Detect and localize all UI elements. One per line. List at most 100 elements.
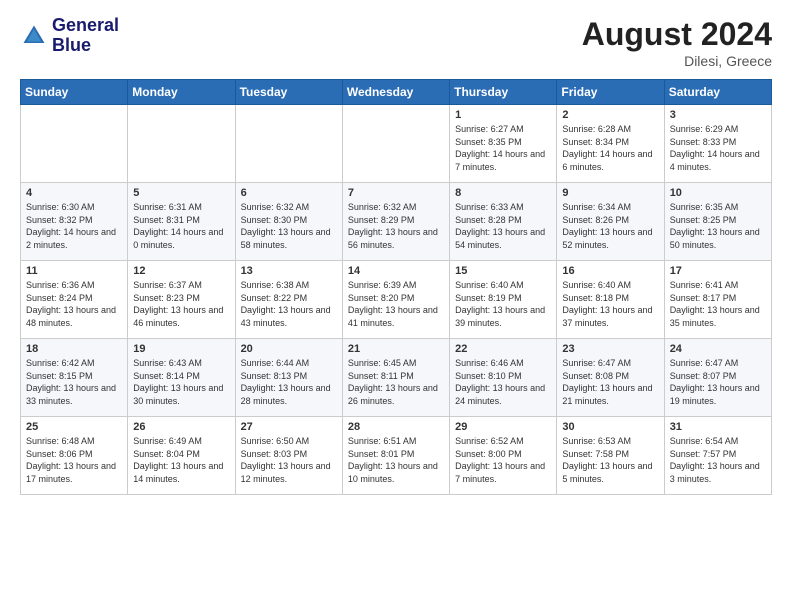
month-year: August 2024	[582, 16, 772, 53]
day-cell: 24 Sunrise: 6:47 AM Sunset: 8:07 PM Dayli…	[664, 339, 771, 417]
day-cell: 18 Sunrise: 6:42 AM Sunset: 8:15 PM Dayli…	[21, 339, 128, 417]
day-cell: 20Sunrise: 6:44 AM Sunset: 8:13 PM Dayli…	[235, 339, 342, 417]
col-header-thursday: Thursday	[450, 80, 557, 105]
week-row-3: 11Sunrise: 6:36 AM Sunset: 8:24 PM Dayli…	[21, 261, 772, 339]
logo-icon	[20, 22, 48, 50]
week-row-5: 25 Sunrise: 6:48 AM Sunset: 8:06 PM Dayli…	[21, 417, 772, 495]
day-number: 18	[26, 343, 122, 355]
day-cell: 21 Sunrise: 6:45 AM Sunset: 8:11 PM Dayli…	[342, 339, 449, 417]
col-header-wednesday: Wednesday	[342, 80, 449, 105]
col-header-tuesday: Tuesday	[235, 80, 342, 105]
day-info: Sunrise: 6:37 AM Sunset: 8:23 PM Dayligh…	[133, 279, 229, 329]
day-number: 14	[348, 265, 444, 277]
day-info: Sunrise: 6:35 AM Sunset: 8:25 PM Dayligh…	[670, 201, 766, 251]
day-info: Sunrise: 6:29 AM Sunset: 8:33 PM Dayligh…	[670, 123, 766, 173]
day-cell: 23 Sunrise: 6:47 AM Sunset: 8:08 PM Dayli…	[557, 339, 664, 417]
day-cell: 8 Sunrise: 6:33 AM Sunset: 8:28 PM Daylig…	[450, 183, 557, 261]
day-number: 5	[133, 187, 229, 199]
day-number: 25	[26, 421, 122, 433]
day-cell: 7Sunrise: 6:32 AM Sunset: 8:29 PM Daylig…	[342, 183, 449, 261]
day-cell: 29 Sunrise: 6:52 AM Sunset: 8:00 PM Dayli…	[450, 417, 557, 495]
day-number: 3	[670, 109, 766, 121]
day-info: Sunrise: 6:53 AM Sunset: 7:58 PM Dayligh…	[562, 435, 658, 485]
day-info: Sunrise: 6:47 AM Sunset: 8:08 PM Dayligh…	[562, 357, 658, 407]
day-number: 13	[241, 265, 337, 277]
day-info: Sunrise: 6:31 AM Sunset: 8:31 PM Dayligh…	[133, 201, 229, 251]
day-info: Sunrise: 6:27 AM Sunset: 8:35 PM Dayligh…	[455, 123, 551, 173]
day-info: Sunrise: 6:32 AM Sunset: 8:30 PM Dayligh…	[241, 201, 337, 251]
day-cell: 22 Sunrise: 6:46 AM Sunset: 8:10 PM Dayli…	[450, 339, 557, 417]
day-number: 6	[241, 187, 337, 199]
day-number: 17	[670, 265, 766, 277]
day-cell	[342, 105, 449, 183]
day-cell: 31 Sunrise: 6:54 AM Sunset: 7:57 PM Dayli…	[664, 417, 771, 495]
day-info: Sunrise: 6:33 AM Sunset: 8:28 PM Dayligh…	[455, 201, 551, 251]
day-info: Sunrise: 6:38 AM Sunset: 8:22 PM Dayligh…	[241, 279, 337, 329]
day-info: Sunrise: 6:54 AM Sunset: 7:57 PM Dayligh…	[670, 435, 766, 485]
week-row-1: 1 Sunrise: 6:27 AM Sunset: 8:35 PM Daylig…	[21, 105, 772, 183]
day-cell: 30Sunrise: 6:53 AM Sunset: 7:58 PM Dayli…	[557, 417, 664, 495]
day-number: 8	[455, 187, 551, 199]
col-header-sunday: Sunday	[21, 80, 128, 105]
day-number: 19	[133, 343, 229, 355]
day-cell: 3 Sunrise: 6:29 AM Sunset: 8:33 PM Daylig…	[664, 105, 771, 183]
logo-line1: General	[52, 16, 119, 36]
day-number: 9	[562, 187, 658, 199]
day-cell: 6 Sunrise: 6:32 AM Sunset: 8:30 PM Daylig…	[235, 183, 342, 261]
day-info: Sunrise: 6:40 AM Sunset: 8:19 PM Dayligh…	[455, 279, 551, 329]
day-cell: 19Sunrise: 6:43 AM Sunset: 8:14 PM Dayli…	[128, 339, 235, 417]
day-cell	[235, 105, 342, 183]
day-info: Sunrise: 6:47 AM Sunset: 8:07 PM Dayligh…	[670, 357, 766, 407]
day-info: Sunrise: 6:52 AM Sunset: 8:00 PM Dayligh…	[455, 435, 551, 485]
day-cell: 17 Sunrise: 6:41 AM Sunset: 8:17 PM Dayli…	[664, 261, 771, 339]
col-header-friday: Friday	[557, 80, 664, 105]
header-row: SundayMondayTuesdayWednesdayThursdayFrid…	[21, 80, 772, 105]
day-info: Sunrise: 6:45 AM Sunset: 8:11 PM Dayligh…	[348, 357, 444, 407]
day-cell: 25 Sunrise: 6:48 AM Sunset: 8:06 PM Dayli…	[21, 417, 128, 495]
day-number: 29	[455, 421, 551, 433]
day-cell: 5 Sunrise: 6:31 AM Sunset: 8:31 PM Daylig…	[128, 183, 235, 261]
day-number: 23	[562, 343, 658, 355]
day-number: 1	[455, 109, 551, 121]
day-number: 31	[670, 421, 766, 433]
day-cell	[128, 105, 235, 183]
day-number: 10	[670, 187, 766, 199]
page: General Blue August 2024 Dilesi, Greece …	[0, 0, 792, 612]
title-area: August 2024 Dilesi, Greece	[582, 16, 772, 69]
day-info: Sunrise: 6:41 AM Sunset: 8:17 PM Dayligh…	[670, 279, 766, 329]
day-number: 2	[562, 109, 658, 121]
calendar-table: SundayMondayTuesdayWednesdayThursdayFrid…	[20, 79, 772, 495]
day-info: Sunrise: 6:42 AM Sunset: 8:15 PM Dayligh…	[26, 357, 122, 407]
day-number: 28	[348, 421, 444, 433]
day-number: 26	[133, 421, 229, 433]
location: Dilesi, Greece	[582, 53, 772, 69]
day-info: Sunrise: 6:46 AM Sunset: 8:10 PM Dayligh…	[455, 357, 551, 407]
day-cell: 1 Sunrise: 6:27 AM Sunset: 8:35 PM Daylig…	[450, 105, 557, 183]
day-number: 20	[241, 343, 337, 355]
day-info: Sunrise: 6:30 AM Sunset: 8:32 PM Dayligh…	[26, 201, 122, 251]
logo: General Blue	[20, 16, 119, 56]
day-cell: 4 Sunrise: 6:30 AM Sunset: 8:32 PM Daylig…	[21, 183, 128, 261]
day-info: Sunrise: 6:39 AM Sunset: 8:20 PM Dayligh…	[348, 279, 444, 329]
logo-line2: Blue	[52, 36, 119, 56]
day-info: Sunrise: 6:32 AM Sunset: 8:29 PM Dayligh…	[348, 201, 444, 251]
col-header-saturday: Saturday	[664, 80, 771, 105]
day-number: 24	[670, 343, 766, 355]
day-info: Sunrise: 6:34 AM Sunset: 8:26 PM Dayligh…	[562, 201, 658, 251]
day-number: 4	[26, 187, 122, 199]
day-info: Sunrise: 6:48 AM Sunset: 8:06 PM Dayligh…	[26, 435, 122, 485]
day-info: Sunrise: 6:51 AM Sunset: 8:01 PM Dayligh…	[348, 435, 444, 485]
logo-text: General Blue	[52, 16, 119, 56]
day-cell: 11Sunrise: 6:36 AM Sunset: 8:24 PM Dayli…	[21, 261, 128, 339]
day-number: 27	[241, 421, 337, 433]
day-number: 22	[455, 343, 551, 355]
day-info: Sunrise: 6:40 AM Sunset: 8:18 PM Dayligh…	[562, 279, 658, 329]
day-cell: 28 Sunrise: 6:51 AM Sunset: 8:01 PM Dayli…	[342, 417, 449, 495]
day-cell: 27Sunrise: 6:50 AM Sunset: 8:03 PM Dayli…	[235, 417, 342, 495]
day-info: Sunrise: 6:36 AM Sunset: 8:24 PM Dayligh…	[26, 279, 122, 329]
day-cell: 15Sunrise: 6:40 AM Sunset: 8:19 PM Dayli…	[450, 261, 557, 339]
day-cell: 9 Sunrise: 6:34 AM Sunset: 8:26 PM Daylig…	[557, 183, 664, 261]
day-cell: 2Sunrise: 6:28 AM Sunset: 8:34 PM Daylig…	[557, 105, 664, 183]
day-cell: 10 Sunrise: 6:35 AM Sunset: 8:25 PM Dayli…	[664, 183, 771, 261]
day-number: 21	[348, 343, 444, 355]
